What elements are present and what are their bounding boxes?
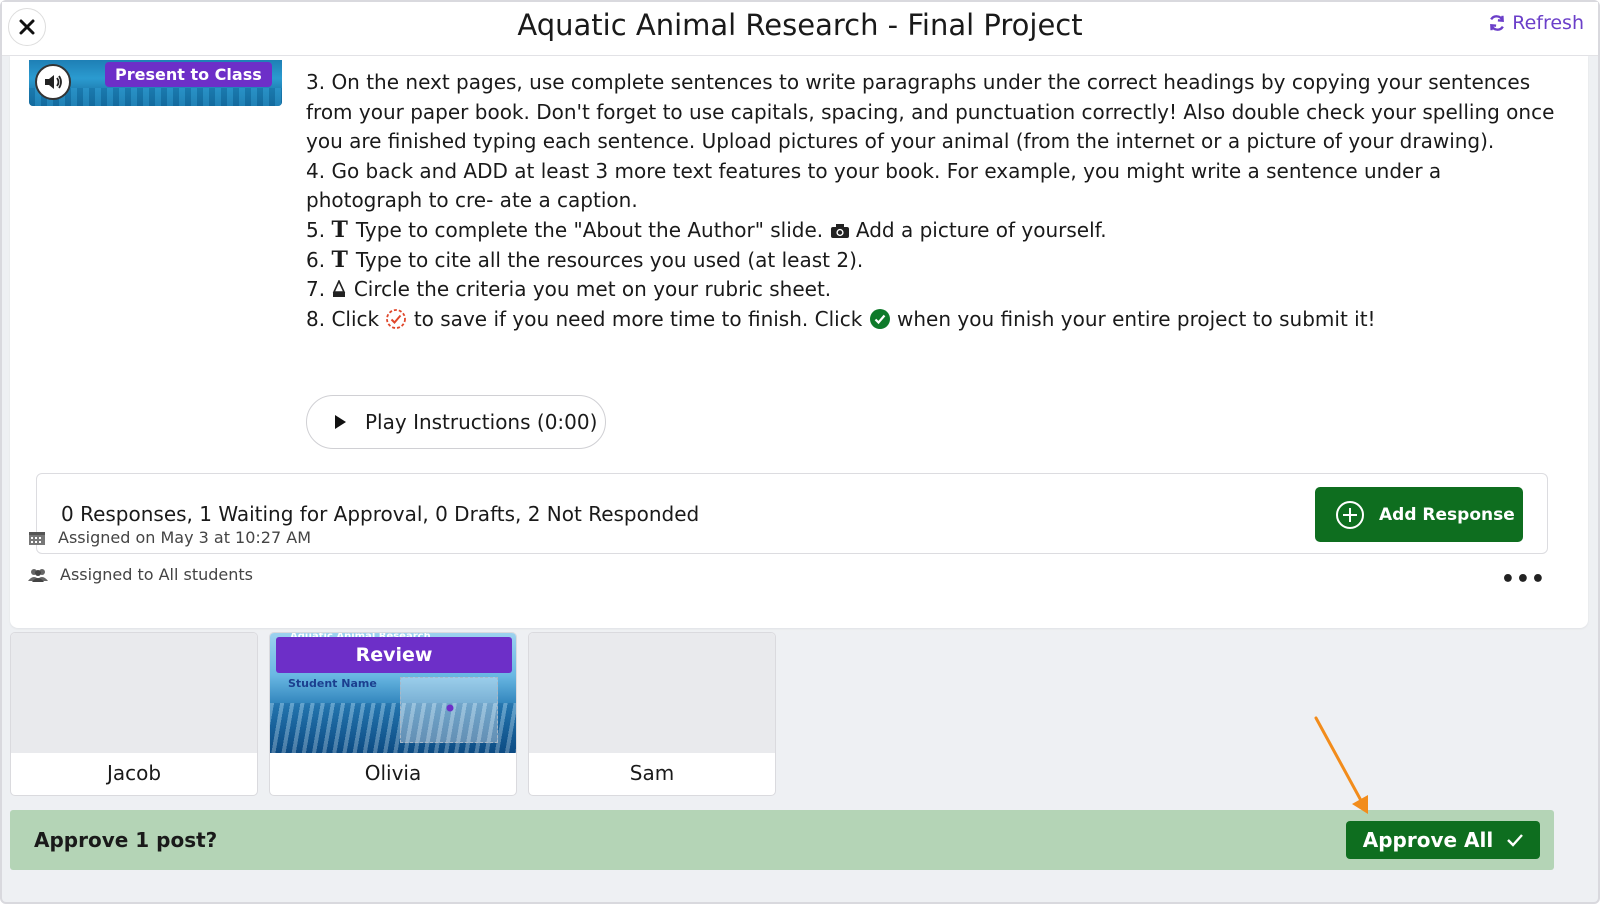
instruction-step-6: 6. T Type to cite all the resources you … — [306, 246, 1556, 276]
add-response-label: Add Response — [1379, 504, 1515, 525]
assigned-date-text: Assigned on May 3 at 10:27 AM — [58, 528, 311, 547]
page-title: Aquatic Animal Research - Final Project — [517, 8, 1083, 42]
instruction-step-3: 3. On the next pages, use complete sente… — [306, 70, 1555, 154]
assigned-date: Assigned on May 3 at 10:27 AM — [28, 528, 311, 547]
student-name: Jacob — [106, 761, 162, 785]
step-8-text-a: 8. Click — [306, 306, 380, 331]
assigned-to-text: Assigned to All students — [60, 565, 254, 584]
step-8-text-b: to save if you need more time to finish.… — [413, 306, 863, 331]
instruction-step-4: 4. Go back and ADD at least 3 more text … — [306, 158, 1442, 213]
step-7-number: 7. — [306, 277, 326, 302]
step-8-text-c: when you finish your entire project to s… — [897, 306, 1376, 331]
play-icon — [335, 415, 346, 429]
instruction-step-8: 8. Click to save if you need more time t… — [306, 305, 1556, 335]
header: Aquatic Animal Research - Final Project … — [2, 2, 1598, 56]
activity-thumbnail[interactable]: Present to Class — [29, 60, 282, 106]
speaker-icon — [45, 75, 62, 89]
text-tool-icon: T — [331, 246, 348, 273]
refresh-label: Refresh — [1512, 12, 1584, 34]
student-name: Sam — [629, 761, 675, 785]
slide-student-name: Student Name — [288, 677, 377, 690]
calendar-icon — [29, 531, 45, 545]
assigned-to: Assigned to All students — [28, 565, 253, 584]
add-response-button[interactable]: Add Response — [1315, 487, 1523, 542]
instructions-text: 3. On the next pages, use complete sente… — [306, 68, 1556, 334]
play-instructions-label: Play Instructions (0:00) — [365, 410, 598, 434]
review-button[interactable]: Review — [276, 637, 512, 673]
step-6-text: Type to cite all the resources you used … — [355, 247, 864, 272]
text-tool-icon: T — [331, 216, 348, 243]
approve-all-button[interactable]: Approve All — [1346, 821, 1540, 859]
student-card-jacob[interactable]: Jacob — [10, 632, 258, 796]
draft-check-icon — [386, 308, 407, 329]
approve-all-label: Approve All — [1362, 828, 1494, 852]
refresh-button[interactable]: Refresh — [1488, 12, 1584, 34]
student-preview-empty — [529, 633, 775, 753]
student-card-sam[interactable]: Sam — [528, 632, 776, 796]
play-instructions-button[interactable]: Play Instructions (0:00) — [306, 395, 606, 449]
submit-check-icon — [869, 308, 890, 329]
annotation-arrow-icon — [1314, 716, 1368, 814]
camera-icon — [830, 223, 849, 238]
upload-icon — [446, 704, 454, 712]
student-preview-empty — [11, 633, 257, 753]
plus-circle-icon — [1336, 500, 1364, 529]
audio-button[interactable] — [35, 64, 71, 100]
student-card-olivia[interactable]: Aquatic Animal Research Student Name Rev… — [269, 632, 517, 796]
activity-card: Present to Class 3. On the next pages, u… — [10, 56, 1588, 628]
step-7-text: Circle the criteria you met on your rubr… — [353, 277, 832, 302]
refresh-icon — [1490, 15, 1505, 31]
student-name: Olivia — [364, 761, 422, 785]
checkmark-icon — [1507, 834, 1524, 847]
app-window: Aquatic Animal Research - Final Project … — [0, 0, 1600, 904]
step-6-number: 6. — [306, 247, 326, 272]
marker-icon — [333, 279, 346, 298]
approve-question: Approve 1 post? — [34, 828, 218, 852]
present-to-class-button[interactable]: Present to Class — [105, 62, 272, 87]
instruction-step-7: 7. Circle the criteria you met on your r… — [306, 275, 1556, 305]
instruction-step-5: 5. T Type to complete the "About the Aut… — [306, 216, 1556, 246]
step-5-number: 5. — [306, 217, 326, 242]
step-5-text-a: Type to complete the "About the Author" … — [355, 217, 824, 242]
slide-image-placeholder — [400, 677, 498, 743]
responses-summary: 0 Responses, 1 Waiting for Approval, 0 D… — [61, 502, 700, 526]
more-options-button[interactable]: ••• — [1501, 567, 1546, 592]
step-5-text-b: Add a picture of yourself. — [855, 217, 1107, 242]
users-icon — [28, 568, 48, 582]
